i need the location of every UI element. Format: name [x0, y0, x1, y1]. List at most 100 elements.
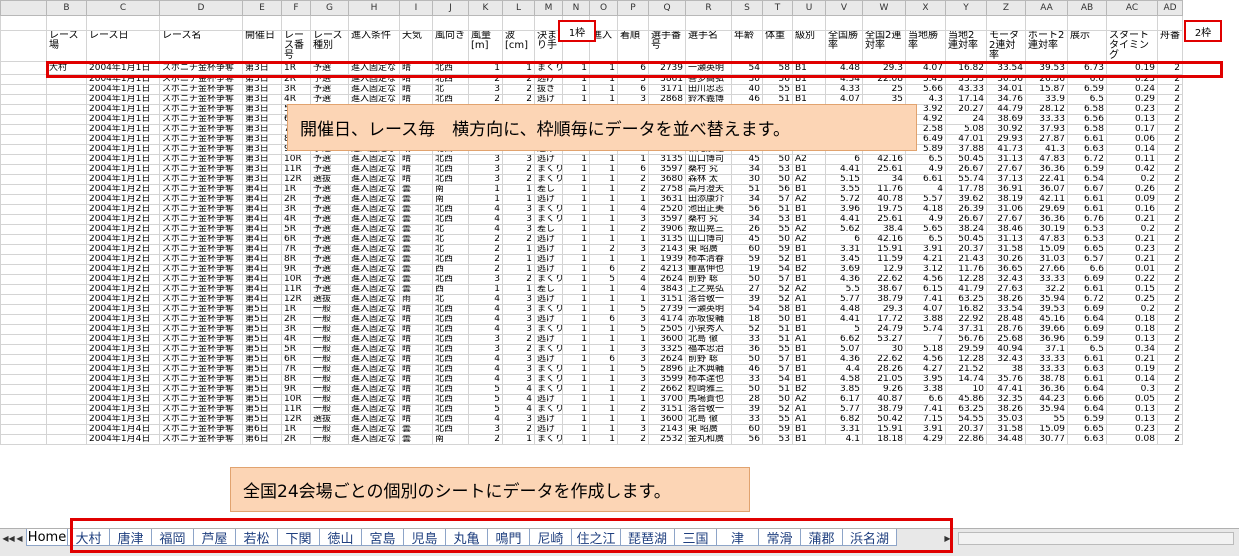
cell[interactable]: 0.42 — [1106, 164, 1158, 175]
cell[interactable]: 37.13 — [986, 174, 1026, 185]
cell[interactable]: A1 — [792, 334, 826, 345]
horizontal-scrollbar[interactable] — [958, 532, 1234, 545]
row-header-cell[interactable] — [0, 94, 47, 105]
cell[interactable]: まくり — [534, 344, 563, 355]
cell[interactable]: 2 — [1157, 254, 1183, 265]
cell[interactable]: A2 — [792, 174, 826, 185]
cell[interactable]: 59 — [762, 424, 793, 435]
cell[interactable]: 39.66 — [1025, 324, 1068, 335]
cell[interactable]: 第4日 — [242, 254, 282, 265]
cell[interactable]: 2896 — [648, 364, 686, 375]
cell[interactable]: 晴 — [399, 164, 433, 175]
cell[interactable]: 2 — [468, 94, 503, 105]
cell[interactable]: 5.57 — [905, 194, 946, 205]
column-header-aa[interactable]: AA — [1025, 0, 1068, 16]
cell[interactable]: 6.67 — [1067, 184, 1107, 195]
cell[interactable]: スポニチ金杯争奪 — [159, 274, 243, 285]
sheet-tab-0[interactable]: Home — [26, 529, 68, 546]
cell[interactable]: スポニチ金杯争奪 — [159, 344, 243, 355]
cell[interactable]: 0.2 — [1106, 224, 1158, 235]
cell[interactable]: 3 — [502, 154, 535, 165]
cell[interactable]: 51 — [762, 94, 793, 105]
cell[interactable]: スポニチ金杯争奪 — [159, 364, 243, 375]
cell[interactable]: 6.61 — [1067, 194, 1107, 205]
cell[interactable]: 進入固定な — [348, 424, 400, 435]
cell[interactable]: 35.03 — [986, 414, 1026, 425]
cell[interactable]: 38.67 — [862, 284, 906, 295]
cell[interactable]: 第3日 — [242, 94, 282, 105]
cell[interactable]: 45.86 — [945, 394, 987, 405]
cell[interactable]: 第3日 — [242, 144, 282, 155]
cell[interactable]: 6.76 — [1067, 214, 1107, 225]
cell[interactable]: 2 — [1157, 434, 1183, 445]
cell[interactable]: 1 — [562, 334, 590, 345]
cell[interactable]: 選手名 — [685, 30, 732, 62]
cell[interactable]: 38 — [986, 364, 1026, 375]
cell[interactable]: 進入固定な — [348, 264, 400, 275]
cell[interactable]: 50.45 — [945, 234, 987, 245]
cell[interactable]: B1 — [792, 364, 826, 375]
cell[interactable]: 31.13 — [986, 154, 1026, 165]
cell[interactable]: 42.11 — [1025, 194, 1068, 205]
cell[interactable]: 4 — [468, 354, 503, 365]
cell[interactable]: 3R — [281, 324, 311, 335]
cell[interactable]: 2 — [1157, 294, 1183, 305]
cell[interactable]: 39 — [731, 294, 763, 305]
cell[interactable] — [399, 15, 433, 31]
cell[interactable]: 2 — [502, 344, 535, 355]
cell[interactable]: A2 — [792, 234, 826, 245]
cell[interactable]: 2 — [1157, 314, 1183, 325]
cell[interactable]: 6.61 — [1067, 134, 1107, 145]
row-header-cell[interactable] — [0, 314, 47, 325]
cell[interactable]: 進入固定な — [348, 434, 400, 445]
cell[interactable]: 52 — [762, 284, 793, 295]
cell[interactable]: 1 — [589, 234, 618, 245]
cell[interactable]: 田添康介 — [685, 194, 732, 205]
cell[interactable]: 35 — [862, 94, 906, 105]
cell[interactable]: 2004年1月3日 — [86, 324, 160, 335]
cell[interactable]: 曇 — [399, 274, 433, 285]
cell[interactable]: 逃げ — [534, 314, 563, 325]
cell[interactable]: 2004年1月1日 — [86, 104, 160, 115]
row-header-cell[interactable] — [0, 204, 47, 215]
cell[interactable]: 3597 — [648, 164, 686, 175]
cell[interactable] — [1106, 15, 1158, 31]
cell[interactable]: 選手番号 — [648, 30, 686, 62]
cell[interactable] — [46, 174, 87, 185]
cell[interactable]: 進入固定な — [348, 154, 400, 165]
cell[interactable]: 進入固定な — [348, 214, 400, 225]
cell[interactable]: 2 — [502, 234, 535, 245]
row-header-cell[interactable] — [0, 234, 47, 245]
cell[interactable]: 第4日 — [242, 244, 282, 255]
cell[interactable]: 1 — [562, 294, 590, 305]
cell[interactable]: 3843 — [648, 284, 686, 295]
cell[interactable]: 1 — [562, 374, 590, 385]
cell[interactable]: 45.16 — [1025, 314, 1068, 325]
cell[interactable]: 体重 — [762, 30, 793, 62]
cell[interactable]: 4 — [468, 214, 503, 225]
column-header-q[interactable]: Q — [648, 0, 686, 16]
cell[interactable]: スポニチ金杯争奪 — [159, 194, 243, 205]
cell[interactable]: 56 — [762, 184, 793, 195]
cell[interactable]: 30.77 — [1025, 434, 1068, 445]
cell[interactable]: 西 — [432, 284, 469, 295]
cell[interactable]: スポニチ金杯争奪 — [159, 104, 243, 115]
cell[interactable]: 60 — [731, 424, 763, 435]
cell[interactable]: 北西 — [432, 154, 469, 165]
cell[interactable]: 予選 — [310, 234, 349, 245]
cell[interactable]: 33.33 — [1025, 354, 1068, 365]
cell[interactable]: 1 — [562, 434, 590, 445]
cell[interactable]: 3 — [502, 364, 535, 375]
cell[interactable]: 12.9 — [862, 264, 906, 275]
cell[interactable]: 50 — [731, 274, 763, 285]
cell[interactable]: A1 — [792, 294, 826, 305]
cell[interactable]: 1 — [589, 414, 618, 425]
cell[interactable]: 10 — [945, 384, 987, 395]
cell[interactable]: B1 — [792, 214, 826, 225]
cell[interactable]: 4.41 — [825, 164, 863, 175]
cell[interactable]: 曇 — [399, 224, 433, 235]
cell[interactable] — [792, 15, 826, 31]
cell[interactable]: 第5日 — [242, 304, 282, 315]
cell[interactable]: まくり — [534, 304, 563, 315]
cell[interactable]: 2 — [1157, 424, 1183, 435]
